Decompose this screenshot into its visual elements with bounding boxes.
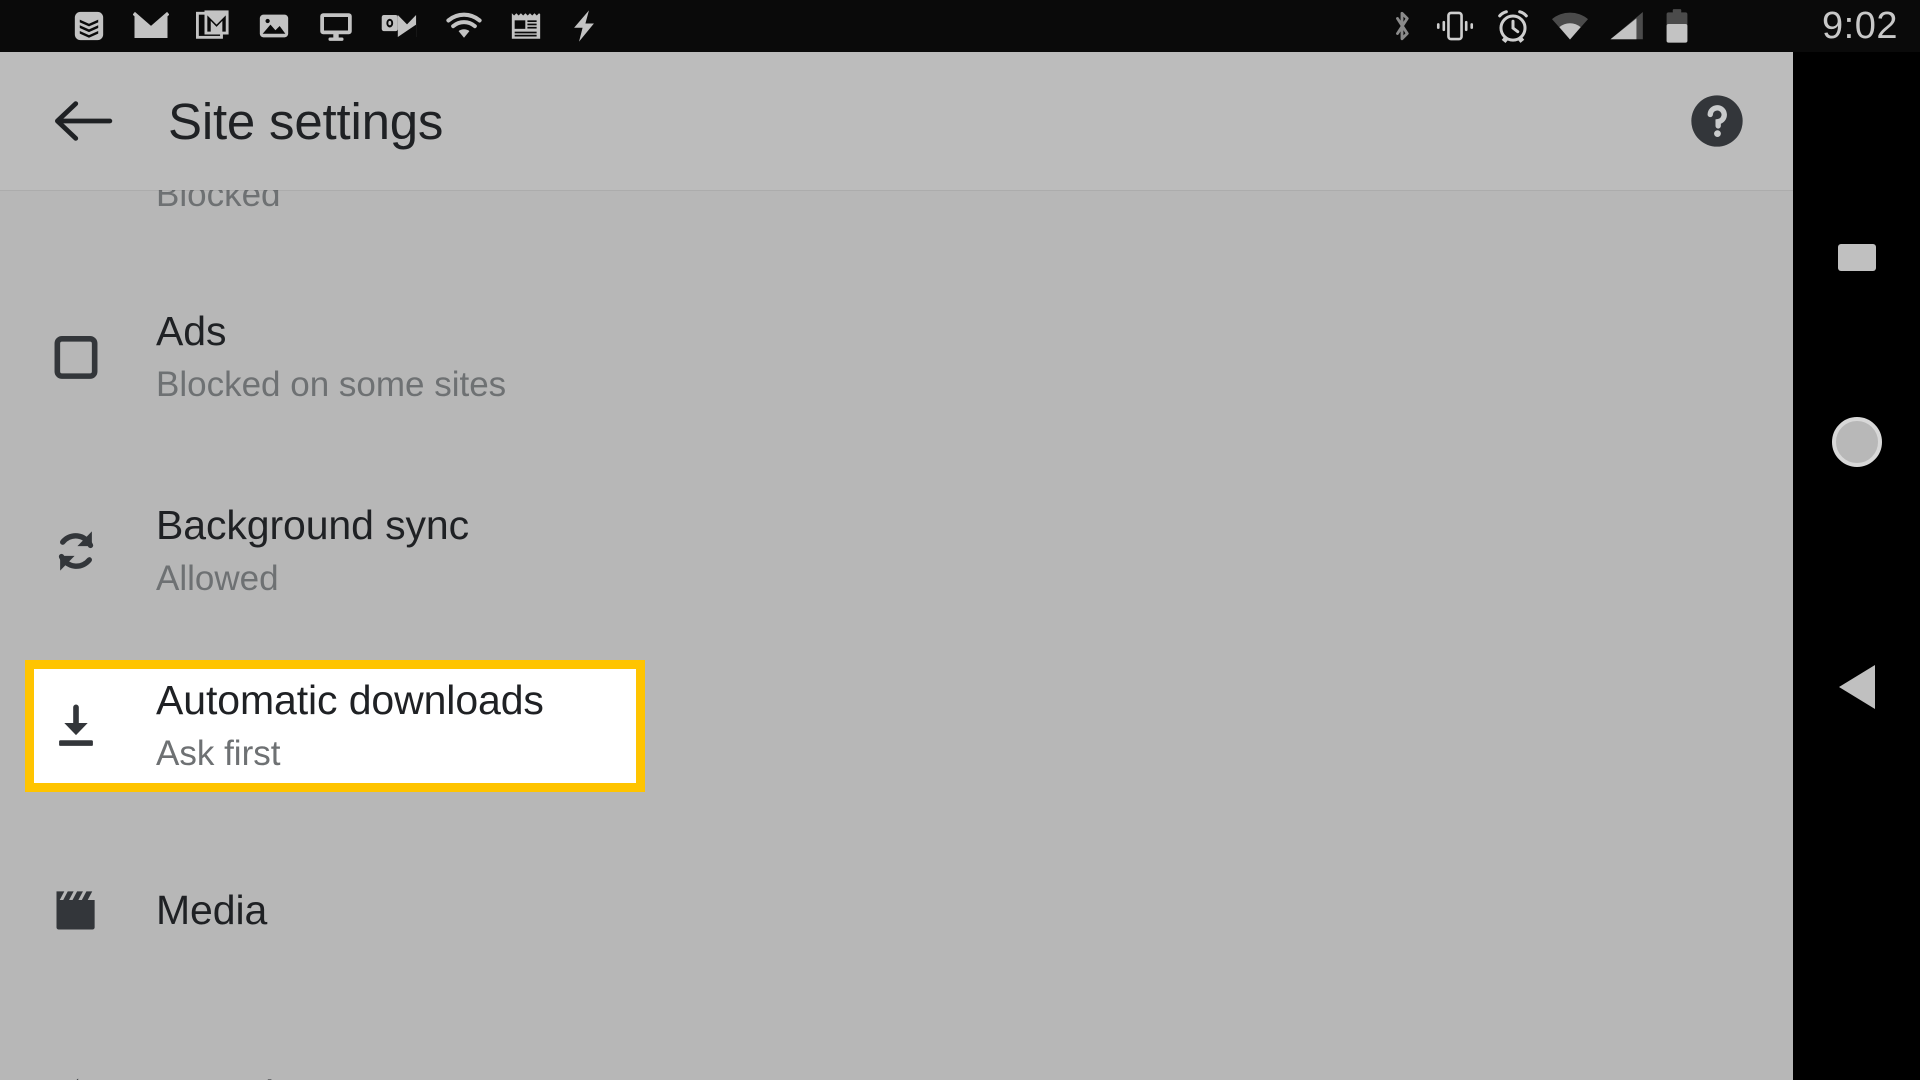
outlook-icon <box>381 11 419 41</box>
status-bar: 9:02 <box>0 0 1920 52</box>
list-item-media[interactable]: Media <box>0 822 1793 998</box>
todoist-icon <box>72 9 106 43</box>
app-bar: Site settings <box>0 52 1793 190</box>
site-settings-screen: Pop-ups and redirects Blocked Ads Blocke… <box>0 52 1793 1080</box>
site-settings-list: Pop-ups and redirects Blocked Ads Blocke… <box>0 74 1793 1080</box>
list-item-title: Media <box>156 886 268 933</box>
circle-icon <box>1831 417 1882 467</box>
back-nav-button[interactable] <box>1793 632 1920 742</box>
wifi-signal-icon <box>1550 10 1590 42</box>
list-item-subtitle: Blocked on some sites <box>156 364 507 404</box>
wifi-notification-icon <box>446 12 482 40</box>
status-bar-system-icons <box>1388 7 1818 45</box>
media-icon <box>48 882 104 938</box>
battery-icon <box>1664 8 1690 44</box>
list-item-title: Automatic downloads <box>156 676 544 723</box>
back-button[interactable] <box>48 86 118 156</box>
square-icon <box>1837 243 1876 271</box>
list-item-background-sync[interactable]: Background sync Allowed <box>0 454 1793 648</box>
gmail-icon <box>196 9 230 43</box>
list-item-text: Automatic downloads Ask first <box>156 675 544 777</box>
list-item-ads[interactable]: Ads Blocked on some sites <box>0 260 1793 454</box>
bluetooth-icon <box>1388 8 1416 44</box>
help-button[interactable] <box>1689 93 1745 149</box>
email-icon <box>133 11 169 41</box>
list-item-subtitle: Ask first <box>156 733 281 773</box>
list-item-title: Sound <box>156 1070 274 1080</box>
page-title: Site settings <box>168 92 444 150</box>
list-item-text: Ads Blocked on some sites <box>156 306 506 408</box>
list-item-automatic-downloads[interactable]: Automatic downloads Ask first <box>25 660 645 792</box>
automatic-downloads-icon <box>48 698 104 754</box>
list-item-text: Media <box>156 885 267 936</box>
news-icon <box>509 9 543 43</box>
list-item-subtitle: Allowed <box>156 558 279 598</box>
flash-icon <box>570 9 598 43</box>
phone-screenshot: 9:02 Pop-ups and redirects Blocked <box>0 0 1920 1080</box>
alarm-icon <box>1494 7 1532 45</box>
ads-icon <box>48 329 104 385</box>
home-button[interactable] <box>1793 387 1920 497</box>
recent-apps-button[interactable] <box>1793 202 1920 312</box>
sound-icon <box>48 1067 104 1080</box>
navigation-bar <box>1793 52 1920 1080</box>
photos-icon <box>257 9 291 43</box>
list-item-title: Background sync <box>156 501 470 548</box>
list-item-text: Background sync Allowed <box>156 500 469 602</box>
triangle-icon <box>1838 665 1875 709</box>
list-item-title: Ads <box>156 307 227 354</box>
cast-screen-icon <box>318 10 354 42</box>
background-sync-icon <box>48 523 104 579</box>
vibrate-icon <box>1434 10 1476 42</box>
list-item-text: Sound <box>156 1070 274 1080</box>
cellular-signal-icon <box>1608 10 1646 42</box>
list-item-sound[interactable]: Sound <box>0 998 1793 1080</box>
status-bar-notification-icons <box>72 9 598 43</box>
status-bar-clock: 9:02 <box>1822 5 1898 47</box>
